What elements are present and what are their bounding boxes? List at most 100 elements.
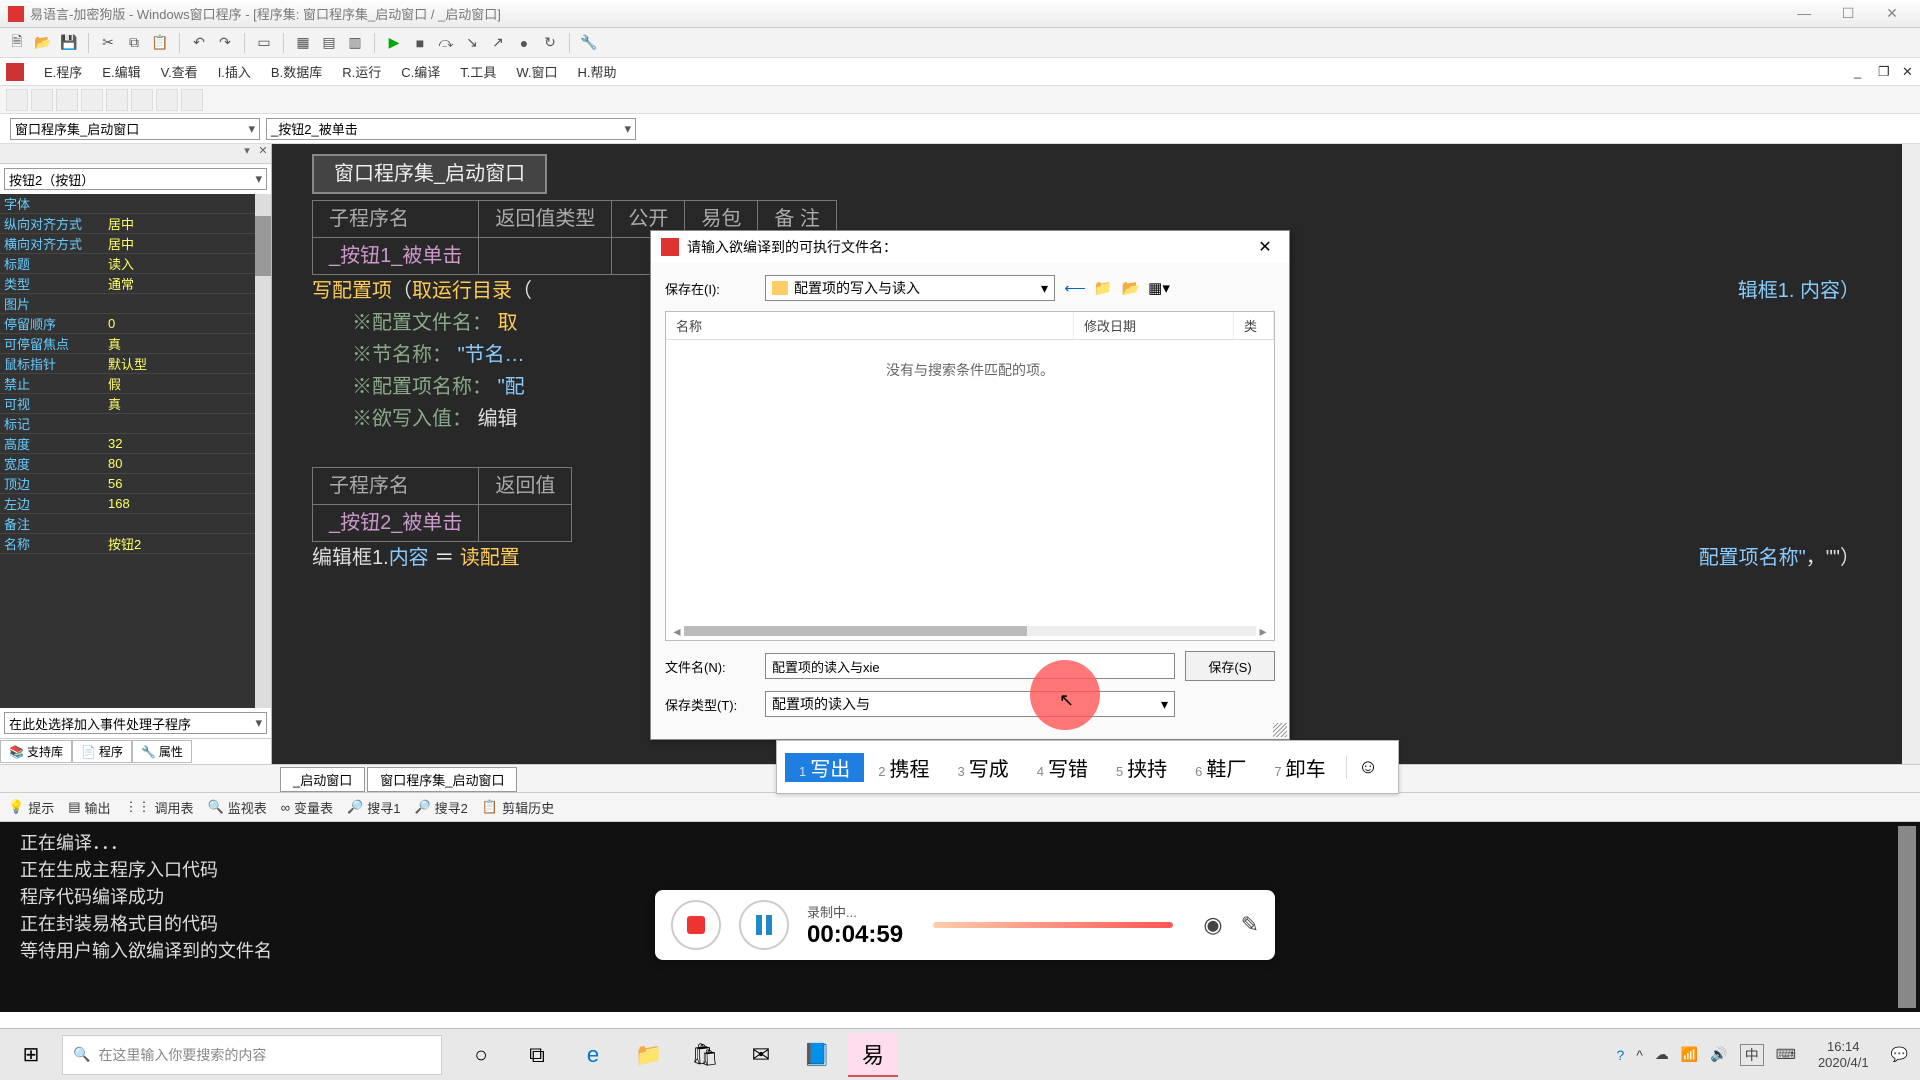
prop-row[interactable]: 禁止假 [0,374,271,394]
save-icon[interactable]: 💾 [58,32,80,54]
menu-tools[interactable]: T.工具 [450,62,506,81]
nav-view-icon[interactable]: ▦▾ [1149,278,1169,298]
start-button[interactable]: ⊞ [0,1029,62,1080]
col-type[interactable]: 类 [1234,312,1274,339]
prop-row[interactable]: 备注 [0,514,271,534]
dialog-resize-grip[interactable] [1273,723,1287,737]
menu-run[interactable]: R.运行 [332,62,391,81]
btab-callstack[interactable]: ⋮⋮调用表 [125,798,194,817]
ime-candidate[interactable]: 7卸车 [1260,753,1339,782]
mdi-minimize-icon[interactable]: _ [1844,64,1866,80]
tb2-5[interactable] [106,89,128,111]
module-combo[interactable]: 窗口程序集_启动窗口▾ [10,118,260,140]
tb2-2[interactable] [31,89,53,111]
prop-row[interactable]: 字体 [0,194,271,214]
btab-search1[interactable]: 🔎搜寻1 [347,798,400,817]
prop-row[interactable]: 鼠标指针默认型 [0,354,271,374]
dialog-close-button[interactable]: ✕ [1251,237,1279,257]
ime-candidate[interactable]: 3写成 [943,753,1022,782]
task-app1-icon[interactable]: 📘 [792,1033,842,1077]
menu-help[interactable]: H.帮助 [568,62,627,81]
new-icon[interactable]: 🗎 [6,32,28,54]
task-cortana-icon[interactable]: ○ [456,1033,506,1077]
undo-icon[interactable]: ↶ [188,32,210,54]
prop-row[interactable]: 名称按钮2 [0,534,271,554]
task-explorer-icon[interactable]: 📁 [624,1033,674,1077]
menu-program[interactable]: E.程序 [34,62,92,81]
prop-row[interactable]: 标记 [0,414,271,434]
cascade-icon[interactable]: ▤ [318,32,340,54]
redo-icon[interactable]: ↷ [214,32,236,54]
propgrid-scrollbar[interactable] [255,194,271,708]
recorder-pause-button[interactable] [739,900,789,950]
editor-tab-1[interactable]: _启动窗口 [280,767,365,792]
nav-back-icon[interactable]: ⟵ [1065,278,1085,298]
run-icon[interactable]: ▶ [383,32,405,54]
minimize-button[interactable]: — [1784,5,1824,21]
menu-view[interactable]: V.查看 [151,62,208,81]
tab-support-lib[interactable]: 📚支持库 [0,740,72,763]
taskbar-search[interactable]: 🔍 在这里输入你要搜索的内容 [62,1035,442,1075]
maximize-button[interactable]: ☐ [1828,5,1868,22]
tray-notifications-icon[interactable]: 💬 [1891,1046,1908,1063]
btab-vars[interactable]: ∞变量表 [281,798,333,817]
tab-program[interactable]: 📄程序 [72,740,132,763]
prop-row[interactable]: 横向对齐方式居中 [0,234,271,254]
tab-properties[interactable]: 🔧属性 [132,740,192,763]
prop-row[interactable]: 宽度80 [0,454,271,474]
task-store-icon[interactable]: 🛍 [680,1033,730,1077]
btab-watch[interactable]: 🔍监视表 [208,798,267,817]
tb2-3[interactable] [56,89,78,111]
menu-edit[interactable]: E.编辑 [92,62,150,81]
filelist-hscrollbar[interactable]: ◂▸ [670,624,1270,638]
breakpoint-icon[interactable]: ● [513,32,535,54]
prop-row[interactable]: 停留顺序0 [0,314,271,334]
tray-wifi-icon[interactable]: 📶 [1681,1046,1698,1063]
prop-row[interactable]: 高度32 [0,434,271,454]
btab-output[interactable]: ▤输出 [68,798,110,817]
filetype-combo[interactable]: 配置项的读入与▾ [765,691,1175,717]
menu-compile[interactable]: C.编译 [391,62,450,81]
refresh-icon[interactable]: ↻ [539,32,561,54]
prop-row[interactable]: 纵向对齐方式居中 [0,214,271,234]
ime-candidate[interactable]: 5挟持 [1102,753,1181,782]
function-combo[interactable]: _按钮2_被单击▾ [266,118,636,140]
filename-input[interactable] [765,653,1175,679]
recorder-stop-button[interactable] [671,900,721,950]
ime-candidate[interactable]: 6鞋厂 [1181,753,1260,782]
tray-onedrive-icon[interactable]: ☁ [1655,1046,1669,1063]
task-elang-icon[interactable]: 易 [848,1033,898,1077]
tray-clock[interactable]: 16:142020/4/1 [1808,1039,1879,1070]
tb2-7[interactable] [156,89,178,111]
col-name[interactable]: 名称 [666,312,1074,339]
nav-up-icon[interactable]: 📁 [1093,278,1113,298]
prop-row[interactable]: 可停留焦点真 [0,334,271,354]
panel-close-icon[interactable]: ✕ [255,144,271,163]
task-edge-icon[interactable]: e [568,1033,618,1077]
mdi-restore-icon[interactable]: ❐ [1868,64,1890,80]
btab-hint[interactable]: 💡提示 [8,798,54,817]
open-icon[interactable]: 📂 [32,32,54,54]
step-into-icon[interactable]: ↘ [461,32,483,54]
recorder-webcam-icon[interactable]: ◉ [1203,912,1222,938]
col-date[interactable]: 修改日期 [1074,312,1234,339]
menu-window[interactable]: W.窗口 [506,62,567,81]
tb2-1[interactable] [6,89,28,111]
prop-row[interactable]: 可视真 [0,394,271,414]
system-tray[interactable]: ? ^ ☁ 📶 🔊 中 ⌨ 16:142020/4/1 💬 [1604,1039,1920,1070]
nav-newfolder-icon[interactable]: 📂 [1121,278,1141,298]
btab-cliphistory[interactable]: 📋剪辑历史 [482,798,554,817]
menu-insert[interactable]: I.插入 [208,62,261,81]
ime-emoji-icon[interactable]: ☺ [1346,756,1390,779]
copy-icon[interactable]: ⧉ [123,32,145,54]
tb2-8[interactable] [181,89,203,111]
save-button[interactable]: 保存(S) [1185,651,1275,681]
task-mail-icon[interactable]: ✉ [736,1033,786,1077]
mdi-close-icon[interactable]: ✕ [1892,64,1914,80]
tb2-6[interactable] [131,89,153,111]
recorder-pen-icon[interactable]: ✎ [1241,912,1259,938]
tray-ime-badge[interactable]: 中 [1740,1044,1764,1066]
step-over-icon[interactable]: ⤼ [435,32,457,54]
property-grid[interactable]: 字体纵向对齐方式居中横向对齐方式居中标题读入类型通常图片停留顺序0可停留焦点真鼠… [0,194,271,708]
tray-keyboard-icon[interactable]: ⌨ [1776,1046,1796,1063]
